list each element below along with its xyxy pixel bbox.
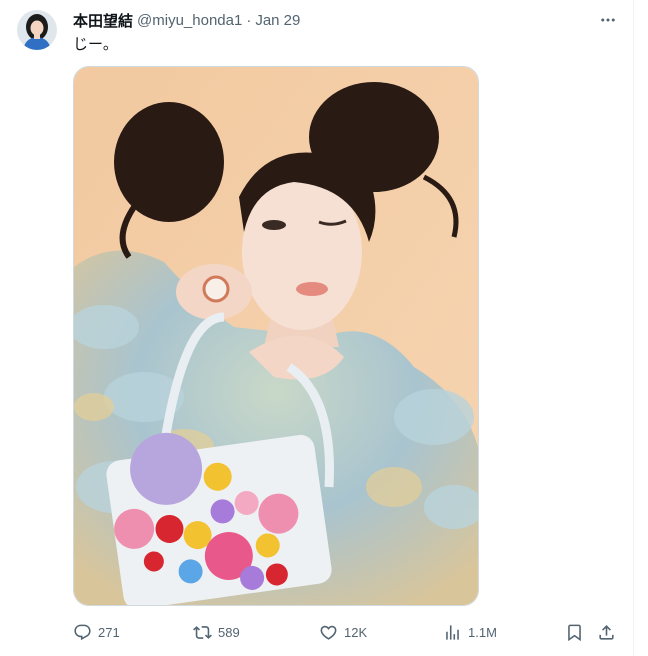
analytics-icon [446, 624, 459, 640]
retweet-button[interactable]: 589 [193, 620, 240, 644]
more-icon[interactable] [596, 10, 620, 30]
share-icon [599, 624, 614, 640]
like-count: 12K [344, 624, 368, 640]
views-button[interactable]: 1.1M [443, 620, 497, 644]
tweet-date[interactable]: Jan 29 [255, 12, 300, 29]
like-button[interactable]: 12K [319, 620, 367, 644]
reply-count: 271 [98, 624, 120, 640]
bookmark-icon [568, 624, 581, 641]
reply-button[interactable]: 271 [73, 620, 120, 644]
tweet-actions: 271 589 12K 1.1M [73, 620, 623, 644]
heart-icon [320, 625, 337, 640]
avatar[interactable] [17, 10, 57, 50]
tweet-photo[interactable] [73, 66, 479, 606]
retweet-count: 589 [218, 624, 240, 640]
retweet-icon [193, 625, 212, 639]
author-name[interactable]: 本田望結 [73, 10, 133, 31]
tweet-text: じー。 [73, 36, 118, 53]
separator-dot: · [246, 11, 252, 29]
tweet-card: 本田望結 @miyu_honda1 · Jan 29 じー。 271 589 1… [0, 0, 634, 656]
share-button[interactable] [597, 620, 616, 644]
views-count: 1.1M [468, 624, 497, 640]
author-handle[interactable]: @miyu_honda1 [137, 12, 242, 29]
bookmark-button[interactable] [565, 620, 584, 644]
tweet-header: 本田望結 @miyu_honda1 · Jan 29 [73, 10, 300, 30]
reply-icon [74, 624, 91, 640]
